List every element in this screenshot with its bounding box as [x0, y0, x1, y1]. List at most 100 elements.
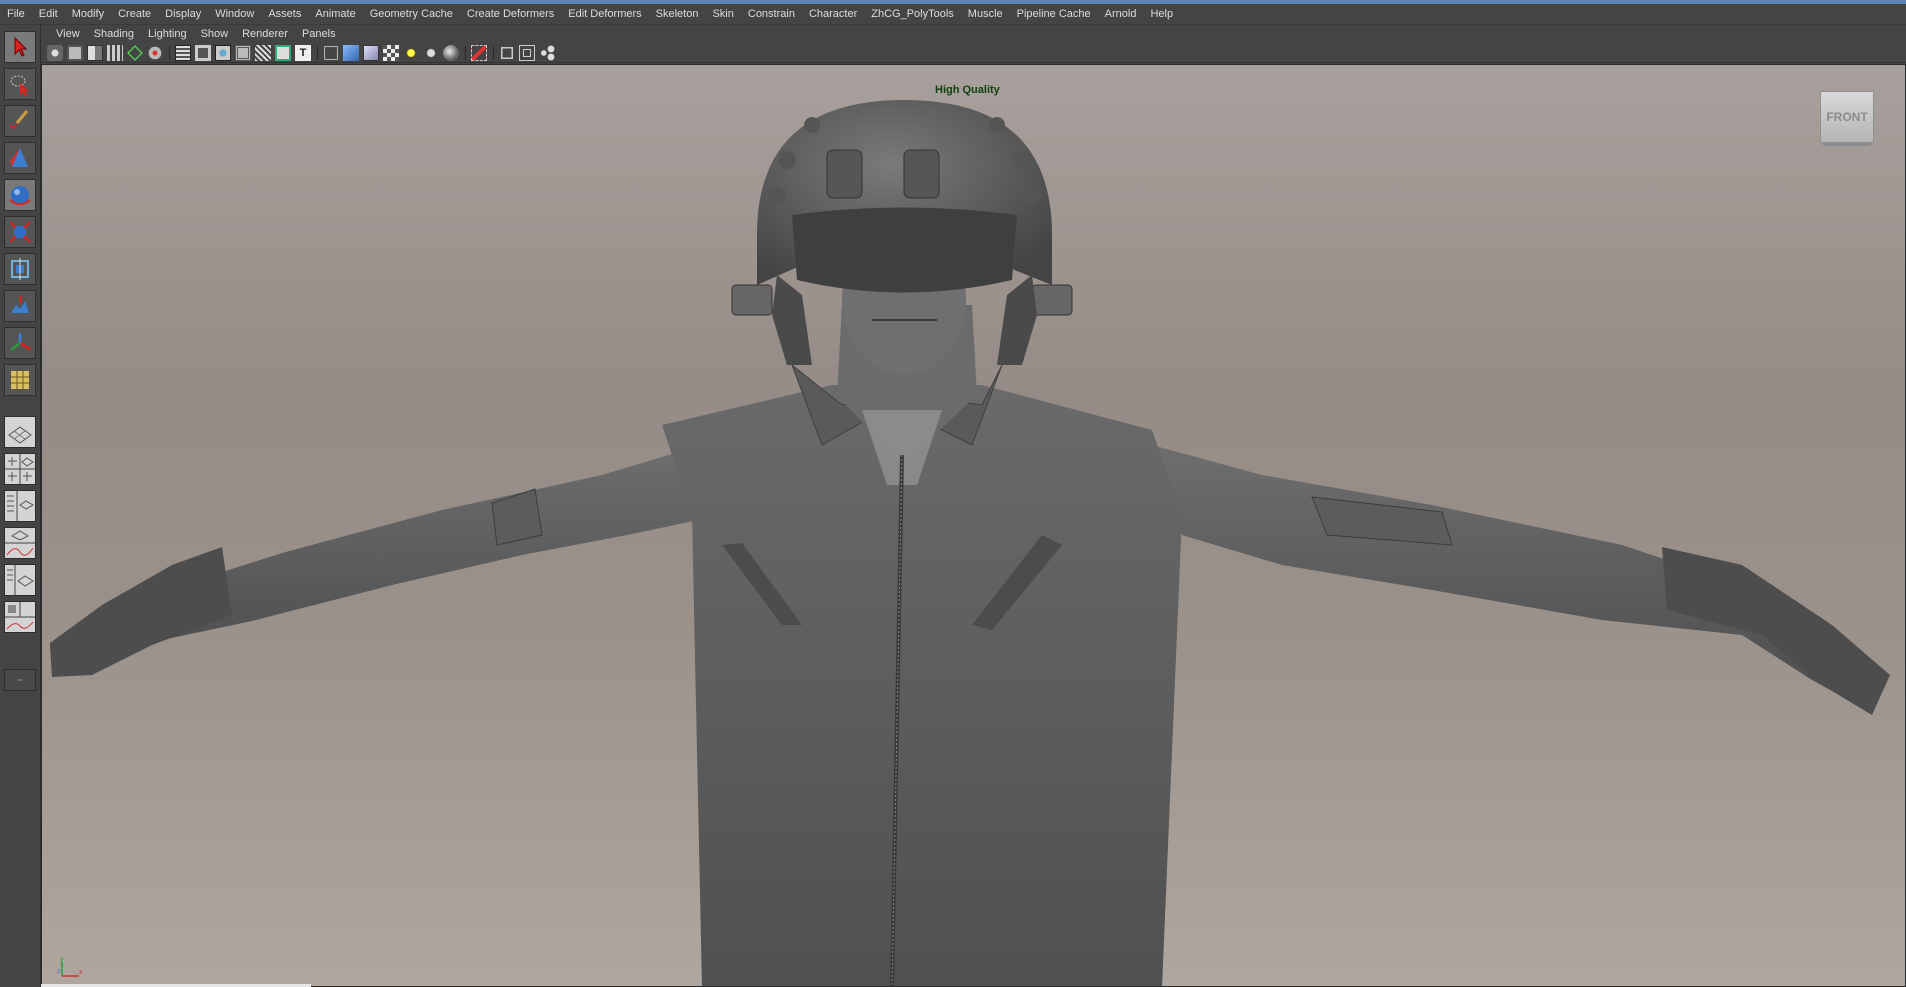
perspective-graph-layout-button[interactable] [4, 527, 36, 559]
outliner-perspective-layout-button[interactable] [4, 564, 36, 596]
four-view-layout-button[interactable] [4, 453, 36, 485]
pilot-model [50, 100, 1890, 986]
menu-muscle[interactable]: Muscle [961, 4, 1010, 24]
uv-grid-icon [11, 371, 29, 389]
wireframe-on-shaded-icon[interactable] [324, 45, 338, 60]
axis-z-label: z [57, 968, 61, 975]
last-used-tool-button[interactable] [4, 364, 36, 396]
menu-create-deformers[interactable]: Create Deformers [460, 4, 561, 24]
toolbar-separator [317, 45, 318, 60]
menu-edit-deformers[interactable]: Edit Deformers [561, 4, 648, 24]
menu-geometry-cache[interactable]: Geometry Cache [363, 4, 460, 24]
wireframe-icon[interactable] [275, 44, 291, 61]
menu-window[interactable]: Window [208, 4, 261, 24]
layout-hypershade-icon [5, 602, 35, 632]
lasso-icon [10, 75, 29, 96]
panel-toolbar: T [41, 43, 1906, 63]
move-cone-icon [10, 148, 28, 167]
panel-menubar: View Shading Lighting Show Renderer Pane… [41, 25, 1906, 43]
grid-icon[interactable] [148, 46, 162, 59]
graph-nodes-icon[interactable] [539, 44, 555, 61]
menu-zhcg-polytools[interactable]: ZhCG_PolyTools [864, 4, 961, 24]
select-arrow-icon [14, 36, 28, 57]
menu-modify[interactable]: Modify [65, 4, 111, 24]
layout-outliner-persp-icon [5, 565, 35, 595]
menu-display[interactable]: Display [158, 4, 208, 24]
isolate-select-icon[interactable] [423, 44, 439, 61]
resolution-gate-icon[interactable] [175, 44, 191, 61]
lasso-tool-button[interactable] [4, 68, 36, 100]
axis-y-label: y [60, 956, 64, 963]
scale-cube-icon [9, 221, 31, 243]
panel-menu-view[interactable]: View [49, 25, 87, 43]
perspective-outliner-layout-button[interactable] [4, 490, 36, 522]
panel-menu-panels[interactable]: Panels [295, 25, 343, 43]
image-plane-icon[interactable] [87, 44, 103, 61]
soft-mod-icon [11, 296, 29, 313]
menu-file[interactable]: File [0, 4, 32, 24]
ambient-occlusion-icon[interactable] [403, 44, 419, 61]
panel-menu-renderer[interactable]: Renderer [235, 25, 295, 43]
shadows-icon[interactable] [383, 44, 399, 61]
textured-icon[interactable] [343, 44, 359, 61]
menu-assets[interactable]: Assets [261, 4, 308, 24]
rotate-sphere-icon [9, 186, 31, 205]
menu-pipeline-cache[interactable]: Pipeline Cache [1010, 4, 1098, 24]
layout-four-icon [5, 454, 35, 484]
menu-skin[interactable]: Skin [705, 4, 740, 24]
bookmark-icon[interactable] [67, 44, 83, 61]
menu-create[interactable]: Create [111, 4, 158, 24]
toolbar-separator [169, 45, 170, 60]
rotate-tool-button[interactable] [4, 179, 36, 211]
hypershade-perspective-layout-button[interactable] [4, 601, 36, 633]
paint-select-tool-button[interactable] [4, 105, 36, 137]
safe-action-icon[interactable] [235, 44, 251, 61]
gate-mask-icon[interactable] [195, 44, 211, 61]
xray-icon[interactable] [443, 44, 459, 61]
soft-modification-button[interactable] [4, 290, 36, 322]
layout-graph-icon [5, 528, 35, 558]
universal-manipulator-icon [11, 258, 29, 280]
menu-arnold[interactable]: Arnold [1098, 4, 1144, 24]
show-manipulator-button[interactable] [4, 327, 36, 359]
layout-outliner-icon [5, 491, 35, 521]
menu-constrain[interactable]: Constrain [741, 4, 802, 24]
move-tool-button[interactable] [4, 142, 36, 174]
menu-edit[interactable]: Edit [32, 4, 65, 24]
maya-window: File Edit Modify Create Display Window A… [0, 0, 1906, 987]
quality-label: High Quality [935, 84, 1000, 96]
select-tool-button[interactable] [4, 31, 36, 63]
panel-menu-shading[interactable]: Shading [87, 25, 141, 43]
toolbox [0, 25, 41, 987]
manipulator-axes-icon [10, 333, 31, 351]
toolbar-separator [493, 45, 494, 60]
panel-menu-show[interactable]: Show [194, 25, 236, 43]
viewcube-front[interactable]: FRONT [1820, 91, 1874, 143]
toolbox-more-button[interactable] [4, 669, 36, 691]
viewport-3d[interactable]: High Quality FRONT y z x [41, 64, 1906, 987]
dash-icon [17, 679, 23, 681]
panel-menu-lighting[interactable]: Lighting [141, 25, 194, 43]
menu-skeleton[interactable]: Skeleton [649, 4, 706, 24]
xray-joints-icon[interactable] [471, 44, 487, 61]
camera-attributes-icon[interactable] [47, 44, 63, 61]
menu-character[interactable]: Character [802, 4, 864, 24]
scale-tool-button[interactable] [4, 216, 36, 248]
single-perspective-layout-button[interactable] [4, 416, 36, 448]
resolution-icon[interactable] [519, 44, 535, 61]
axis-x-label: x [79, 969, 83, 976]
menu-animate[interactable]: Animate [308, 4, 362, 24]
field-chart-icon[interactable] [215, 44, 231, 61]
layout-single-icon [5, 417, 35, 447]
menu-help[interactable]: Help [1143, 4, 1180, 24]
film-gate-icon[interactable] [107, 44, 123, 61]
axis-gizmo-icon: y z x [57, 956, 83, 977]
toolbar-separator [465, 45, 466, 60]
use-all-lights-icon[interactable] [363, 44, 379, 61]
main-menubar: File Edit Modify Create Display Window A… [0, 4, 1906, 25]
hud-icon[interactable] [501, 46, 513, 59]
safe-title-icon[interactable] [255, 44, 271, 61]
universal-manipulator-button[interactable] [4, 253, 36, 285]
grease-pencil-icon[interactable] [127, 44, 143, 61]
smooth-shade-icon[interactable]: T [295, 44, 311, 61]
